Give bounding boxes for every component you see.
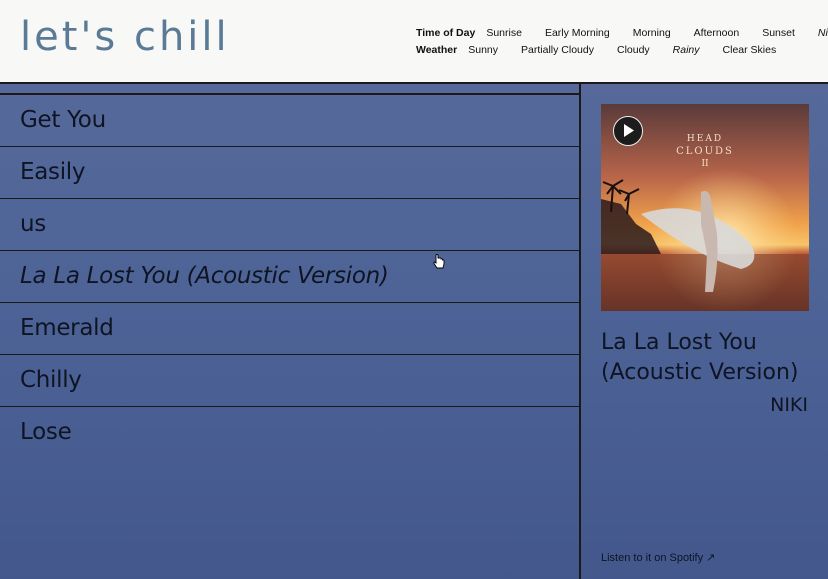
now-playing-panel: HEAD CLOUDS II La La Lost You (Acoustic … <box>581 84 828 579</box>
weather-filter: Weather Sunny Partially Cloudy Cloudy Ra… <box>416 41 828 58</box>
app-logo[interactable]: let's chill <box>20 14 230 60</box>
track-title: Easily <box>20 159 86 185</box>
time-option-morning[interactable]: Morning <box>633 27 671 39</box>
track-item-get-you[interactable]: Get You <box>0 95 579 147</box>
track-title: Lose <box>20 419 72 445</box>
spotify-link[interactable]: Listen to it on Spotify ↗ <box>601 551 715 564</box>
time-option-afternoon[interactable]: Afternoon <box>694 27 740 39</box>
now-playing-title: La La Lost You (Acoustic Version) <box>601 330 799 385</box>
play-icon <box>624 124 634 137</box>
track-title: La La Lost You (Acoustic Version) <box>20 263 389 289</box>
album-text-ii: II <box>701 159 709 169</box>
weather-option-rainy[interactable]: Rainy <box>673 44 700 56</box>
track-item-la-la-lost-you[interactable]: La La Lost You (Acoustic Version) <box>0 251 579 303</box>
weather-option-clear-skies[interactable]: Clear Skies <box>723 44 777 56</box>
track-title: Chilly <box>20 367 82 393</box>
track-title: Get You <box>20 107 106 133</box>
weather-option-sunny[interactable]: Sunny <box>468 44 498 56</box>
track-item-emerald[interactable]: Emerald <box>0 303 579 355</box>
time-option-sunset[interactable]: Sunset <box>762 27 795 39</box>
album-text-head: HEAD <box>687 134 723 144</box>
time-of-day-filter: Time of Day Sunrise Early Morning Mornin… <box>416 24 828 41</box>
time-option-early-morning[interactable]: Early Morning <box>545 27 610 39</box>
album-text-clouds: CLOUDS <box>676 146 734 157</box>
track-list: Get You Easily us La La Lost You (Acoust… <box>0 84 579 579</box>
play-button[interactable] <box>613 116 643 146</box>
weather-label: Weather <box>416 43 458 56</box>
track-item-easily[interactable]: Easily <box>0 147 579 199</box>
time-of-day-label: Time of Day <box>416 26 476 39</box>
track-item-chilly[interactable]: Chilly <box>0 355 579 407</box>
filter-panel: Time of Day Sunrise Early Morning Mornin… <box>416 24 828 58</box>
album-cover: HEAD CLOUDS II <box>601 104 809 311</box>
track-item-lose[interactable]: Lose <box>0 407 579 459</box>
track-title: Emerald <box>20 315 114 341</box>
hand-cursor-icon <box>433 254 445 269</box>
track-item-us[interactable]: us <box>0 199 579 251</box>
main-content: Get You Easily us La La Lost You (Acoust… <box>0 84 828 579</box>
time-option-night[interactable]: Night <box>818 27 828 39</box>
weather-option-partially-cloudy[interactable]: Partially Cloudy <box>521 44 594 56</box>
now-playing-artist: NIKI <box>770 394 808 416</box>
weather-option-cloudy[interactable]: Cloudy <box>617 44 650 56</box>
time-option-sunrise[interactable]: Sunrise <box>486 27 522 39</box>
track-title: us <box>20 211 46 237</box>
header: let's chill Time of Day Sunrise Early Mo… <box>0 0 828 84</box>
